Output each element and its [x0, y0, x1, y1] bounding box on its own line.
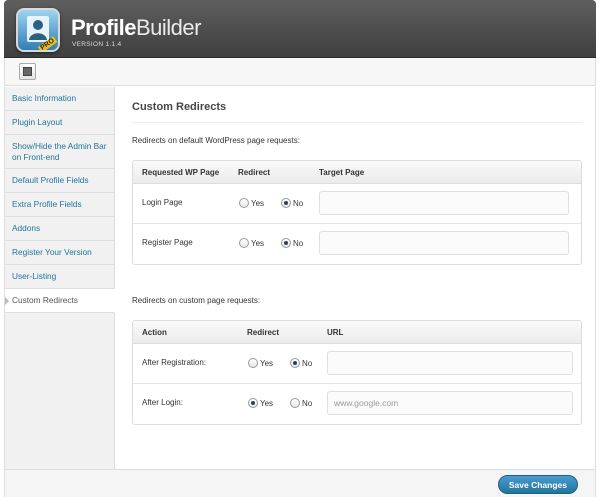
brand-title: ProfileBuilder — [71, 15, 201, 40]
after-registration-url-input[interactable] — [327, 351, 573, 375]
row-label: Register Page — [142, 238, 193, 247]
table-header: Action Redirect URL — [133, 321, 581, 344]
login-redirect-yes-radio[interactable]: Yes — [239, 198, 264, 208]
after-login-url-input[interactable] — [327, 391, 573, 415]
login-target-page-input[interactable] — [319, 191, 569, 215]
register-redirect-no-radio[interactable]: No — [281, 238, 303, 248]
sidebar-item-register-version[interactable]: Register Your Version — [5, 241, 114, 265]
column-header: Target Page — [319, 168, 365, 177]
sidebar-item-plugin-layout[interactable]: Plugin Layout — [5, 111, 114, 135]
default-redirects-intro: Redirects on default WordPress page requ… — [132, 136, 300, 145]
sidebar-item-extra-profile-fields[interactable]: Extra Profile Fields — [5, 193, 114, 217]
save-changes-button[interactable]: Save Changes — [497, 475, 578, 494]
after-login-no-radio[interactable]: No — [290, 398, 312, 408]
title-divider — [132, 122, 582, 123]
plugin-header: PRO ProfileBuilder VERSION 1.1.4 — [4, 0, 596, 58]
sidebar-item-addons[interactable]: Addons — [5, 217, 114, 241]
toolbar — [4, 58, 596, 86]
column-header: URL — [327, 328, 344, 337]
column-header: Redirect — [238, 168, 271, 177]
after-registration-no-radio[interactable]: No — [290, 358, 312, 368]
column-header: Redirect — [247, 328, 280, 337]
after-registration-yes-radio[interactable]: Yes — [248, 358, 273, 368]
page-title: Custom Redirects — [132, 101, 227, 113]
user-silhouette-icon — [27, 16, 49, 42]
custom-redirects-table: Action Redirect URL After Registration: … — [132, 320, 582, 425]
sidebar-item-user-listing[interactable]: User-Listing — [5, 265, 114, 289]
panel-icon — [23, 67, 32, 76]
settings-sidebar: Basic Information Plugin Layout Show/Hid… — [4, 87, 115, 469]
table-row: Register Page Yes No — [133, 224, 581, 264]
login-redirect-no-radio[interactable]: No — [281, 198, 303, 208]
table-row: After Login: Yes No — [133, 384, 581, 424]
after-login-yes-radio[interactable]: Yes — [248, 398, 273, 408]
sidebar-item-admin-bar[interactable]: Show/Hide the Admin Bar on Front-end — [5, 135, 114, 169]
table-header: Requested WP Page Redirect Target Page — [133, 161, 581, 184]
main-panel: Custom Redirects Redirects on default Wo… — [116, 87, 596, 469]
version-label: VERSION 1.1.4 — [72, 41, 122, 48]
register-target-page-input[interactable] — [319, 231, 569, 255]
row-label: After Login: — [142, 398, 183, 407]
row-label: After Registration: — [142, 358, 207, 367]
screen-options-button[interactable] — [19, 63, 36, 80]
sidebar-item-default-profile-fields[interactable]: Default Profile Fields — [5, 169, 114, 193]
custom-redirects-intro: Redirects on custom page requests: — [132, 296, 261, 305]
column-header: Action — [142, 328, 167, 337]
table-row: Login Page Yes No — [133, 184, 581, 224]
default-redirects-table: Requested WP Page Redirect Target Page L… — [132, 160, 582, 265]
profile-builder-logo: PRO — [16, 8, 60, 52]
row-label: Login Page — [142, 198, 183, 207]
settings-footer: Save Changes — [4, 469, 596, 497]
sidebar-item-basic-information[interactable]: Basic Information — [5, 87, 114, 111]
register-redirect-yes-radio[interactable]: Yes — [239, 238, 264, 248]
sidebar-item-custom-redirects[interactable]: Custom Redirects — [5, 289, 115, 313]
column-header: Requested WP Page — [142, 168, 220, 177]
table-row: After Registration: Yes No — [133, 344, 581, 384]
